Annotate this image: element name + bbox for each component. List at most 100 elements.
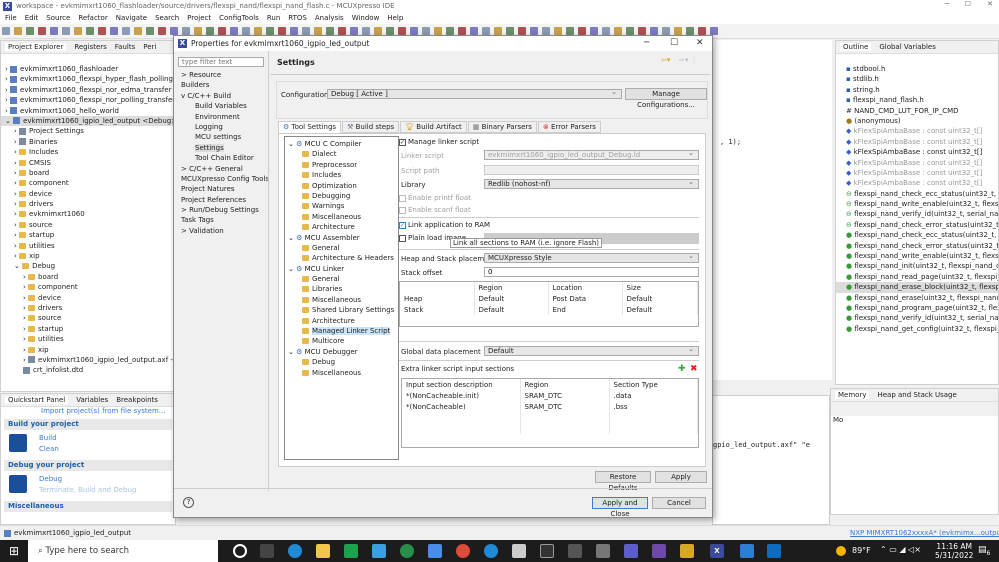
- toolbar-button-icon[interactable]: [254, 27, 262, 35]
- terminate-build-debug-link[interactable]: Terminate, Build and Debug: [39, 486, 136, 494]
- outline-item[interactable]: ● flexspi_nand_init(uint32_t, flexspi_na…: [836, 261, 998, 271]
- menu-item-rtos[interactable]: RTOS: [288, 14, 307, 22]
- apply-and-close-button[interactable]: Apply and Close: [592, 497, 648, 518]
- tab-tool-settings[interactable]: ⚙ Tool Settings: [278, 121, 342, 133]
- menu-item-window[interactable]: Window: [352, 14, 380, 22]
- expand-arrow-icon[interactable]: >: [181, 206, 189, 214]
- tool-tree-item[interactable]: Multicore: [285, 336, 398, 346]
- dialog-minimize-button[interactable]: ─: [644, 38, 649, 48]
- toolbar-button-icon[interactable]: [74, 27, 82, 35]
- edge-icon[interactable]: [288, 544, 302, 558]
- import-projects-link[interactable]: Import project(s) from file system...: [1, 407, 175, 417]
- toolbar-button-icon[interactable]: [302, 27, 310, 35]
- toolbar-button-icon[interactable]: [458, 27, 466, 35]
- manage-configurations-button[interactable]: Manage Configurations...: [625, 88, 707, 109]
- toolbar-button-icon[interactable]: [50, 27, 58, 35]
- toolbar-button-icon[interactable]: [626, 27, 634, 35]
- nav-item[interactable]: Logging: [178, 122, 268, 132]
- expand-arrow-icon[interactable]: >: [181, 165, 189, 173]
- nav-item[interactable]: Project Natures: [178, 184, 268, 194]
- tree-item[interactable]: › xip: [1, 345, 175, 355]
- toolbar-button-icon[interactable]: [662, 27, 670, 35]
- outline-item[interactable]: ● (anonymous): [836, 116, 998, 126]
- tree-item[interactable]: › board: [1, 168, 175, 178]
- tool-tree-item[interactable]: Includes: [285, 170, 398, 180]
- tree-item[interactable]: › drivers: [1, 199, 175, 209]
- toolbar-button-icon[interactable]: [386, 27, 394, 35]
- tree-item[interactable]: › evkmimxrt1060_hello_world: [1, 106, 175, 116]
- tool-tree-item[interactable]: ⌄ ⚙ MCU Debugger: [285, 347, 398, 357]
- stack-offset-input[interactable]: [484, 267, 699, 277]
- notifications-icon[interactable]: ▤6: [978, 545, 990, 557]
- tree-item[interactable]: › device: [1, 189, 175, 199]
- library-select[interactable]: Redlib (nohost-nf): [484, 178, 699, 189]
- app-icon[interactable]: [512, 544, 526, 558]
- filter-input[interactable]: [178, 57, 264, 67]
- cortana-icon[interactable]: [233, 544, 247, 558]
- system-tray-icons[interactable]: ⌃ ▭ ◢ ◁×: [880, 545, 921, 554]
- tool-tree-item[interactable]: Architecture: [285, 222, 398, 232]
- delete-icon[interactable]: ✖: [690, 364, 698, 374]
- debug-probe-link[interactable]: NXP MIMXRT1062xxxxA* (evkmimx...output): [850, 529, 999, 537]
- tab-build-steps[interactable]: ⚒ Build steps: [342, 121, 400, 133]
- outline-item[interactable]: ◆ kFlexSpiAmbaBase : const uint32_t[]: [836, 126, 998, 136]
- tool-tree-item[interactable]: General: [285, 243, 398, 253]
- nav-item[interactable]: > C/C++ General: [178, 164, 268, 174]
- expand-arrow-icon[interactable]: ⌄: [288, 234, 296, 242]
- tab-outline[interactable]: Outline: [840, 43, 872, 51]
- tab-memory[interactable]: Memory: [835, 391, 870, 399]
- nav-item[interactable]: > Resource: [178, 70, 268, 80]
- tree-item[interactable]: › component: [1, 178, 175, 188]
- toolbar-button-icon[interactable]: [614, 27, 622, 35]
- toolbar-button-icon[interactable]: [566, 27, 574, 35]
- maximize-button[interactable]: ☐: [965, 0, 971, 8]
- toolbar-button-icon[interactable]: [266, 27, 274, 35]
- tool-tree-item[interactable]: Warnings: [285, 201, 398, 211]
- clock[interactable]: 11:16 AM 5/31/2022: [935, 542, 973, 560]
- outline-item[interactable]: ⊖ flexspi_nand_check_error_status(uint32…: [836, 220, 998, 230]
- heap-stack-table[interactable]: Region Location Size Heap Default Post Data D…: [399, 281, 699, 327]
- configuration-select[interactable]: Debug [ Active ]: [327, 88, 622, 99]
- outline-item[interactable]: ⊖ flexspi_nand_write_enable(uint32_t, fl…: [836, 199, 998, 209]
- back-nav-icon[interactable]: ⇦▾: [661, 56, 670, 64]
- outline-item[interactable]: ● flexspi_nand_get_config(uint32_t, flex…: [836, 324, 998, 334]
- tree-item[interactable]: › utilities: [1, 334, 175, 344]
- tree-item[interactable]: › board: [1, 272, 175, 282]
- tool-tree-item[interactable]: Managed Linker Script: [285, 326, 398, 336]
- tool-tree-item[interactable]: Miscellaneous: [285, 368, 398, 378]
- tree-item[interactable]: › Includes: [1, 147, 175, 157]
- toolbar-button-icon[interactable]: [410, 27, 418, 35]
- expand-arrow-icon[interactable]: ⌄: [288, 140, 296, 148]
- menu-item-file[interactable]: File: [5, 14, 17, 22]
- build-section-header[interactable]: Build your project: [4, 419, 172, 430]
- nav-item[interactable]: Project References: [178, 195, 268, 205]
- toolbar-button-icon[interactable]: [2, 27, 10, 35]
- tool-tree-item[interactable]: Dialect: [285, 149, 398, 159]
- nav-item[interactable]: Settings: [178, 143, 268, 153]
- tool-tree-item[interactable]: ⌄ ⚙ MCU C Compiler: [285, 139, 398, 149]
- tool-tree-item[interactable]: ⌄ ⚙ MCU Assembler: [285, 233, 398, 243]
- tree-item[interactable]: › evkmimxrt1060_flexspi_hyper_flash_poll…: [1, 74, 175, 84]
- toolbar-button-icon[interactable]: [170, 27, 178, 35]
- toolbar-button-icon[interactable]: [482, 27, 490, 35]
- app-icon[interactable]: [568, 544, 582, 558]
- close-button[interactable]: ✕: [987, 0, 993, 8]
- apply-button[interactable]: Apply: [655, 471, 707, 483]
- tab-breakpoints[interactable]: Breakpoints: [116, 396, 158, 404]
- tree-item[interactable]: › CMSIS: [1, 158, 175, 168]
- dialog-maximize-button[interactable]: ☐: [670, 38, 678, 48]
- toolbar-button-icon[interactable]: [350, 27, 358, 35]
- nav-item[interactable]: > Validation: [178, 226, 268, 236]
- app-icon[interactable]: [344, 544, 358, 558]
- app-icon[interactable]: [596, 544, 610, 558]
- nav-item[interactable]: > Run/Debug Settings: [178, 205, 268, 215]
- tree-item[interactable]: › evkmimxrt1060_igpio_led_output.axf - […: [1, 355, 175, 365]
- tree-item[interactable]: › evkmimxrt1060_flexspi_nor_polling_tran…: [1, 95, 175, 105]
- toolbar-button-icon[interactable]: [110, 27, 118, 35]
- extra-sections-table[interactable]: Input section description Region Section T…: [401, 378, 699, 448]
- tool-tree-item[interactable]: General: [285, 274, 398, 284]
- toolbar-button-icon[interactable]: [290, 27, 298, 35]
- menu-item-project[interactable]: Project: [187, 14, 211, 22]
- outline-item[interactable]: ▪ stdbool.h: [836, 64, 998, 74]
- expand-arrow-icon[interactable]: ⌄: [14, 262, 22, 270]
